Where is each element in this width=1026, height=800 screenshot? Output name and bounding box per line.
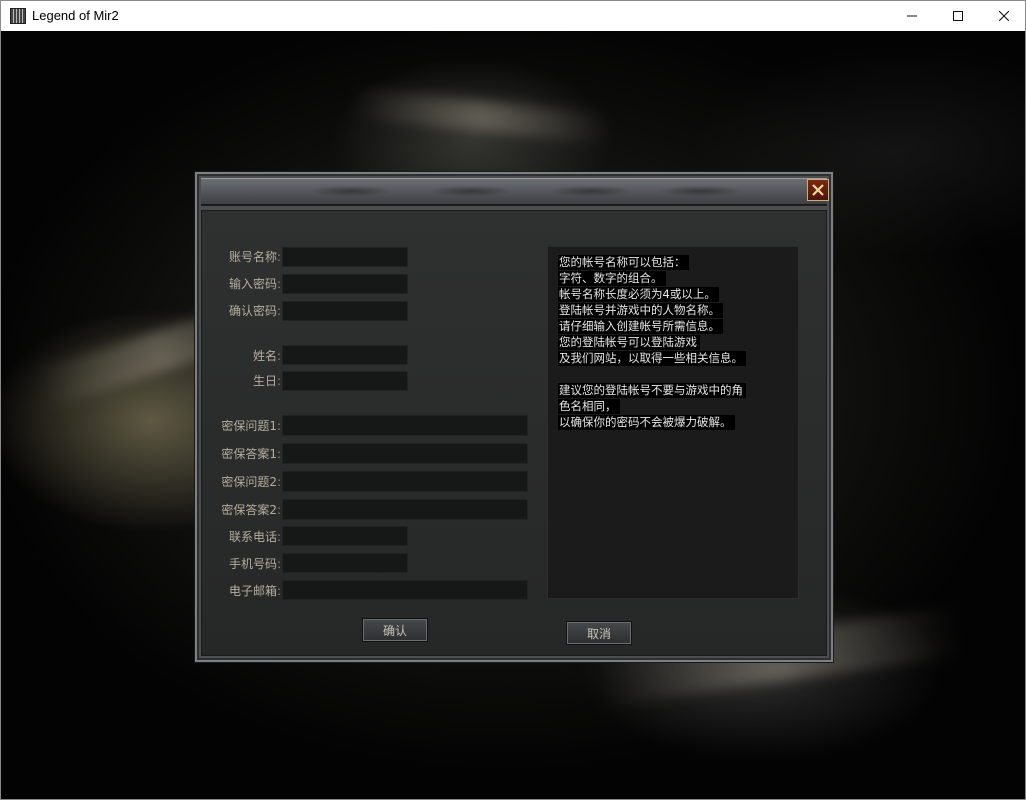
header-ornament	[291, 182, 411, 200]
title-bar[interactable]: Legend of Mir2	[1, 1, 1025, 31]
close-x-icon	[812, 184, 824, 196]
label-phone: 联系电话:	[228, 530, 281, 544]
answer2-field[interactable]	[282, 499, 528, 520]
info-line: 您的帐号名称可以包括：	[558, 255, 689, 270]
birthday-field[interactable]	[282, 371, 408, 391]
maximize-icon	[953, 11, 963, 21]
label-confirm-password: 确认密码:	[228, 304, 281, 318]
label-password: 输入密码:	[228, 277, 281, 291]
minimize-button[interactable]	[889, 1, 935, 31]
header-ornament	[531, 182, 651, 200]
window-title: Legend of Mir2	[32, 8, 119, 23]
email-field[interactable]	[282, 580, 528, 600]
question2-field[interactable]	[282, 471, 528, 492]
info-line: 及我们网站，以取得一些相关信息。	[558, 351, 746, 366]
info-panel: 您的帐号名称可以包括： 字符、数字的组合。 帐号名称长度必须为4或以上。 登陆帐…	[547, 246, 799, 599]
game-window: Legend of Mir2 账号名称: 输入密码: 确认密码: 姓名: 生日:…	[0, 0, 1026, 800]
info-line: 登陆帐号并游戏中的人物名称。	[558, 303, 723, 318]
label-question1: 密保问题1:	[221, 419, 281, 433]
header-ornament	[411, 182, 531, 200]
info-line: 以确保你的密码不会被爆力破解。	[558, 415, 735, 430]
confirm-button[interactable]: 确认	[362, 618, 428, 642]
info-line: 字符、数字的组合。	[558, 271, 666, 286]
confirm-password-field[interactable]	[282, 301, 408, 321]
label-name: 姓名:	[252, 349, 281, 363]
answer1-field[interactable]	[282, 443, 528, 464]
label-email: 电子邮箱:	[228, 584, 281, 598]
cancel-button[interactable]: 取消	[566, 621, 632, 645]
info-line: 色名相同，	[558, 399, 620, 414]
mobile-field[interactable]	[282, 553, 408, 573]
label-mobile: 手机号码:	[228, 557, 281, 571]
info-line: 帐号名称长度必须为4或以上。	[558, 287, 719, 302]
close-icon	[999, 11, 1009, 21]
account-name-field[interactable]	[282, 247, 408, 267]
password-field[interactable]	[282, 274, 408, 294]
info-line: 请仔细输入创建帐号所需信息。	[558, 319, 723, 334]
label-account-name: 账号名称:	[228, 250, 281, 264]
minimize-icon	[907, 15, 917, 17]
info-line: 建议您的登陆帐号不要与游戏中的角	[558, 383, 746, 398]
label-answer2: 密保答案2:	[221, 503, 281, 517]
label-answer1: 密保答案1:	[221, 447, 281, 461]
app-icon	[10, 8, 26, 24]
name-field[interactable]	[282, 345, 408, 365]
phone-field[interactable]	[282, 526, 408, 546]
header-ornament	[641, 182, 761, 200]
dialog-header[interactable]	[201, 178, 827, 206]
question1-field[interactable]	[282, 415, 528, 436]
info-line: 您的登陆帐号可以登陆游戏	[558, 335, 700, 350]
label-birthday: 生日:	[252, 374, 281, 388]
background-streak	[350, 87, 612, 145]
maximize-button[interactable]	[935, 1, 981, 31]
label-question2: 密保问题2:	[221, 475, 281, 489]
dialog-close-button[interactable]	[807, 179, 829, 201]
window-close-button[interactable]	[981, 1, 1026, 31]
